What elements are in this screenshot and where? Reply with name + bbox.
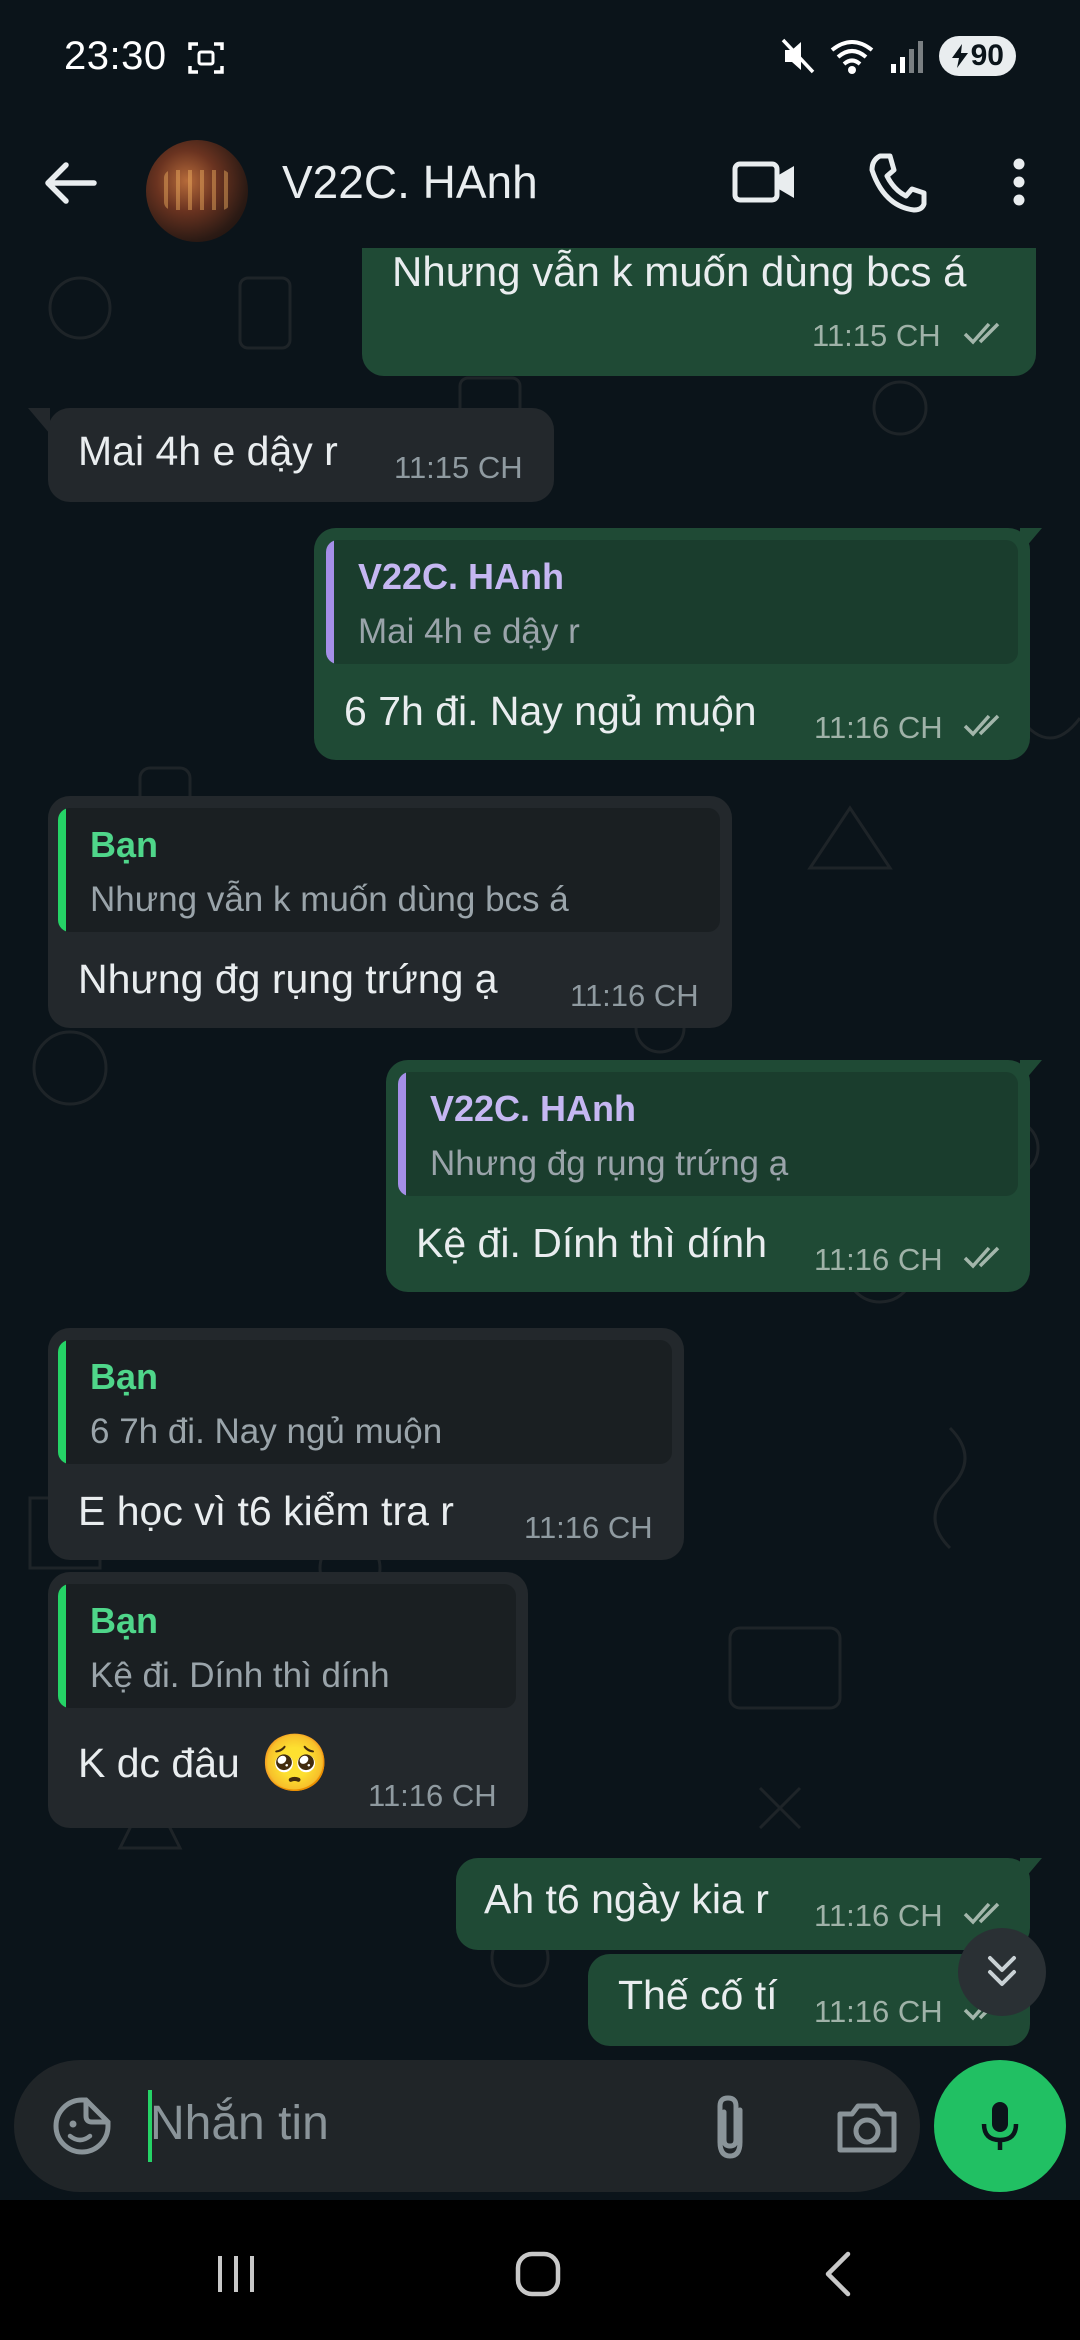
quote-text: Mai 4h e dậy r <box>358 612 580 651</box>
back-arrow-icon[interactable] <box>36 148 106 218</box>
composer-bar: Nhắn tin <box>0 2060 1080 2200</box>
more-options-icon[interactable] <box>994 142 1044 222</box>
message-text: Mai 4h e dậy r <box>78 428 338 474</box>
double-chevron-down-icon <box>988 1956 1016 1986</box>
attach-icon[interactable] <box>700 2090 760 2164</box>
outgoing-message[interactable]: Nhưng vẫn k muốn dùng bcs á 11:15 CH <box>362 248 1036 376</box>
contact-avatar[interactable] <box>146 140 248 242</box>
message-text: Nhưng đg rụng trứng ạ <box>78 956 498 1002</box>
message-input[interactable]: Nhắn tin <box>150 2096 329 2151</box>
mute-icon <box>781 38 814 74</box>
microphone-icon <box>981 2102 1019 2150</box>
message-time: 11:15 CH <box>394 450 523 485</box>
incoming-message[interactable]: Bạn Kệ đi. Dính thì dính K dc đâu 🥺 11:1… <box>48 1572 528 1828</box>
message-text: Kệ đi. Dính thì dính <box>416 1220 768 1266</box>
battery-level: 90 <box>970 39 1004 72</box>
message-text: E học vì t6 kiểm tra r <box>78 1488 454 1534</box>
message-time: 11:15 CH <box>812 318 941 353</box>
battery-indicator: 90 <box>938 36 1016 76</box>
signal-icon <box>890 41 923 73</box>
voice-message-button[interactable] <box>934 2060 1066 2192</box>
quote-author: Bạn <box>90 824 159 865</box>
quote-text: Kệ đi. Dính thì dính <box>90 1656 390 1695</box>
quote-accent-bar <box>326 540 334 664</box>
quote-author: Bạn <box>90 1600 159 1641</box>
outgoing-message[interactable]: Ah t6 ngày kia r 11:16 CH <box>456 1858 1030 1950</box>
quote-accent-bar <box>398 1072 406 1196</box>
home-icon[interactable] <box>508 2244 568 2304</box>
message-time: 11:16 CH <box>814 710 943 745</box>
charging-icon <box>951 44 968 68</box>
message-text: Nhưng vẫn k muốn dùng bcs á <box>392 248 967 295</box>
back-icon[interactable] <box>810 2244 870 2304</box>
message-time: 11:16 CH <box>368 1778 497 1813</box>
camera-icon[interactable] <box>832 2092 902 2162</box>
quote-text: 6 7h đi. Nay ngủ muộn <box>90 1412 443 1451</box>
pleading-face-emoji: 🥺 <box>260 1731 330 1794</box>
message-text: Thế cố tí <box>618 1972 778 2018</box>
contact-name[interactable]: V22C. HAnh <box>282 142 538 222</box>
message-time: 11:16 CH <box>814 1994 943 2029</box>
read-receipt-icon <box>963 714 1000 737</box>
video-call-icon[interactable] <box>730 142 800 222</box>
voice-call-icon[interactable] <box>862 142 932 222</box>
message-time: 11:16 CH <box>814 1242 943 1277</box>
message-text: 6 7h đi. Nay ngủ muộn <box>344 688 757 734</box>
incoming-message[interactable]: Mai 4h e dậy r 11:15 CH <box>48 408 554 502</box>
quote-accent-bar <box>58 1340 66 1464</box>
bubble-tail <box>1020 1060 1042 1086</box>
outgoing-message[interactable]: V22C. HAnh Nhưng đg rụng trứng ạ Kệ đi. … <box>386 1060 1030 1292</box>
quote-accent-bar <box>58 1584 66 1708</box>
message-time: 11:16 CH <box>524 1510 653 1545</box>
chat-header: V22C. HAnh <box>0 118 1080 248</box>
quote-text: Nhưng đg rụng trứng ạ <box>430 1144 789 1183</box>
quote-author: V22C. HAnh <box>358 556 565 597</box>
read-receipt-icon <box>963 322 1000 345</box>
quoted-message[interactable]: Bạn Kệ đi. Dính thì dính <box>58 1584 516 1708</box>
sticker-emoji-icon[interactable] <box>50 2094 114 2158</box>
bubble-tail <box>1020 528 1042 554</box>
quote-author: Bạn <box>90 1356 159 1397</box>
bubble-tail <box>28 408 50 434</box>
message-text: K dc đâu <box>78 1740 240 1786</box>
read-receipt-icon <box>963 1902 1000 1925</box>
message-time: 11:16 CH <box>814 1898 943 1933</box>
quoted-message[interactable]: Bạn Nhưng vẫn k muốn dùng bcs á <box>58 808 720 932</box>
screenshot-icon <box>188 42 224 74</box>
system-nav-bar <box>0 2200 1080 2340</box>
scroll-to-bottom-button[interactable] <box>958 1928 1046 2016</box>
message-text: Ah t6 ngày kia r <box>484 1876 769 1922</box>
quoted-message[interactable]: V22C. HAnh Mai 4h e dậy r <box>326 540 1018 664</box>
read-receipt-icon <box>963 1246 1000 1269</box>
message-input-container[interactable]: Nhắn tin <box>14 2060 920 2192</box>
outgoing-message[interactable]: V22C. HAnh Mai 4h e dậy r 6 7h đi. Nay n… <box>314 528 1030 760</box>
status-bar: 23:30 90 <box>0 0 1080 118</box>
quoted-message[interactable]: V22C. HAnh Nhưng đg rụng trứng ạ <box>398 1072 1018 1196</box>
status-icons: 90 <box>781 36 1016 76</box>
incoming-message[interactable]: Bạn Nhưng vẫn k muốn dùng bcs á Nhưng đg… <box>48 796 732 1028</box>
status-time: 23:30 <box>64 34 167 78</box>
message-time: 11:16 CH <box>570 978 699 1013</box>
quote-author: V22C. HAnh <box>430 1088 637 1129</box>
bubble-tail <box>1020 1858 1042 1884</box>
message-list[interactable]: Nhưng vẫn k muốn dùng bcs á 11:15 CH Mai… <box>0 248 1080 2060</box>
recents-icon[interactable] <box>206 2244 266 2304</box>
quote-accent-bar <box>58 808 66 932</box>
quote-text: Nhưng vẫn k muốn dùng bcs á <box>90 880 569 919</box>
incoming-message[interactable]: Bạn 6 7h đi. Nay ngủ muộn E học vì t6 ki… <box>48 1328 684 1560</box>
wifi-icon <box>830 40 873 74</box>
quoted-message[interactable]: Bạn 6 7h đi. Nay ngủ muộn <box>58 1340 672 1464</box>
